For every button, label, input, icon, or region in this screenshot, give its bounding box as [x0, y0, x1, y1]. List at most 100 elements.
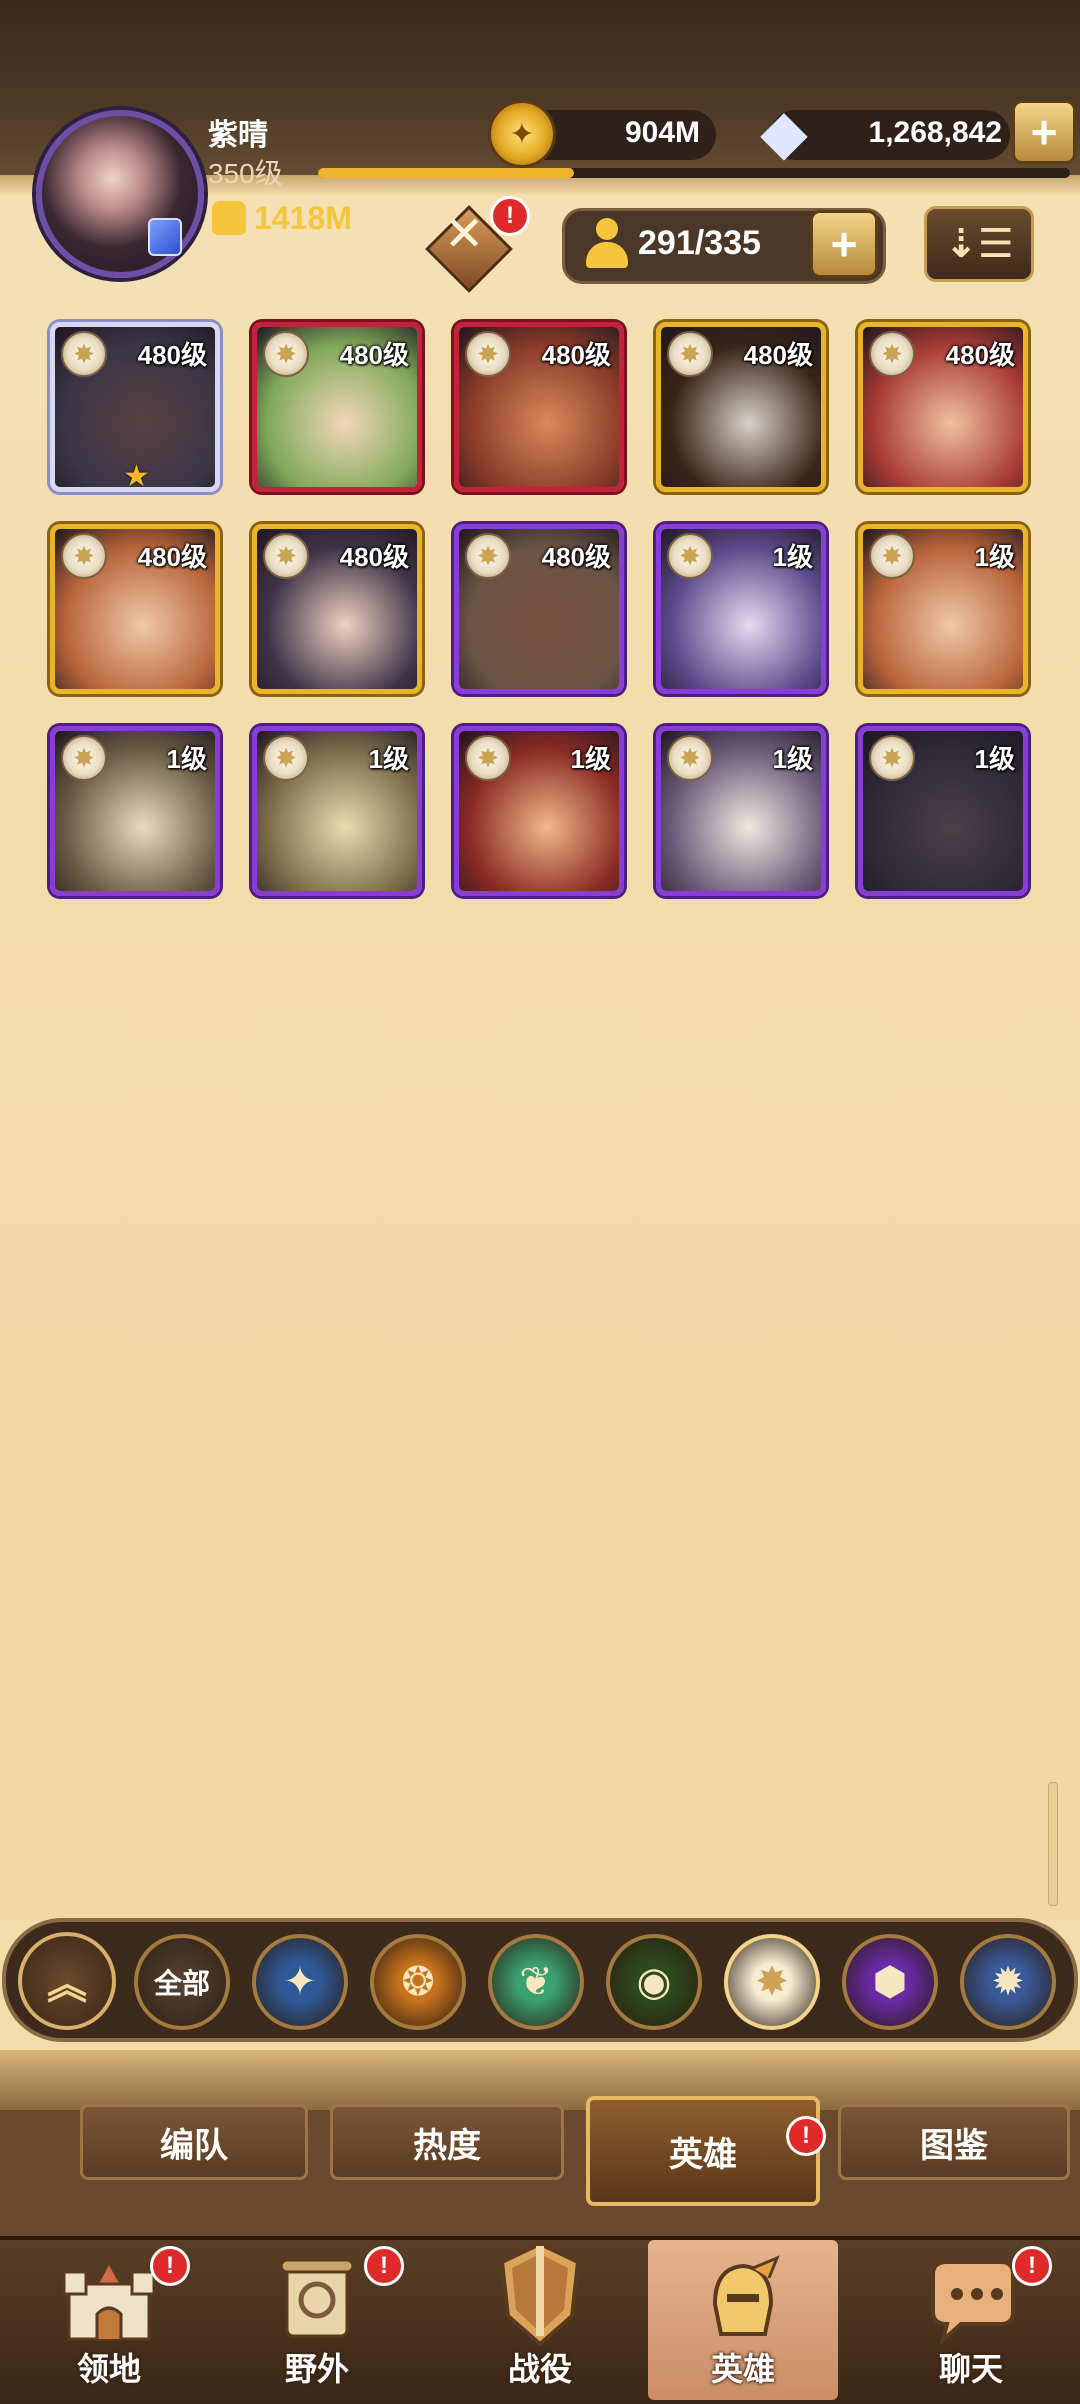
hero-level: 1级: [974, 744, 1015, 774]
campaign-shield-icon: [490, 2240, 590, 2350]
hero-capacity-value: 291/335: [638, 224, 761, 262]
filter-hypogean-button[interactable]: ⬢: [842, 1934, 938, 2030]
hero-level: 480级: [541, 340, 611, 370]
lightbearer-icon: ✦: [283, 1960, 317, 2004]
xp-bar: [318, 168, 1070, 178]
hero-card[interactable]: ✸ 480级: [50, 524, 220, 694]
mauler-icon: ❂: [401, 1960, 435, 2004]
chat-bubble-icon: [921, 2254, 1021, 2346]
hero-card[interactable]: ✸ 1级: [858, 726, 1028, 896]
graveborn-icon: ◉: [636, 1960, 672, 2004]
nav-chat-label: 聊天: [938, 2351, 1003, 2387]
filter-wilder-button[interactable]: ❦: [488, 1934, 584, 2030]
hero-level: 1级: [772, 542, 813, 572]
power-value: 1418M: [254, 200, 352, 236]
hero-card[interactable]: ✸ 480级: [656, 322, 826, 492]
buy-gems-button[interactable]: +: [1012, 100, 1076, 164]
celestial-icon: ✸: [755, 1960, 789, 2004]
diamond-icon: ◆: [760, 97, 808, 167]
celestial-faction-icon: ✸: [465, 735, 511, 781]
hero-card[interactable]: ✸ 480级: [454, 524, 624, 694]
player-name: 紫晴: [208, 119, 268, 152]
hero-card[interactable]: ✸ 480级: [858, 322, 1028, 492]
hero-card[interactable]: ✸ 1级: [656, 524, 826, 694]
hero-level: 480级: [339, 340, 409, 370]
hero-level: 480级: [541, 542, 611, 572]
xp-bar-fill: [318, 168, 574, 178]
crossed-swords-icon: ✕: [444, 208, 485, 261]
celestial-faction-icon: ✸: [61, 533, 107, 579]
celestial-faction-icon: ✸: [869, 735, 915, 781]
gold-value: 904M: [624, 116, 700, 149]
nav-heroes[interactable]: 英雄: [648, 2240, 838, 2400]
map-scroll-icon: [267, 2254, 367, 2344]
tab-heroes[interactable]: 英雄: [586, 2096, 820, 2206]
fist-icon: [212, 201, 246, 235]
scrollbar[interactable]: [1048, 1782, 1058, 1906]
player-power: 1418M: [212, 200, 352, 237]
player-level: 350级: [208, 158, 283, 189]
expand-capacity-button[interactable]: +: [810, 210, 878, 278]
tab-formation[interactable]: 编队: [80, 2104, 308, 2180]
sort-button[interactable]: ⇣☰: [924, 206, 1034, 282]
celestial-faction-icon: ✸: [667, 331, 713, 377]
hero-card[interactable]: ✸ 480级: [252, 524, 422, 694]
star-icon: ★: [123, 460, 150, 492]
hero-level: 480级: [339, 542, 409, 572]
nav-heroes-label: 英雄: [710, 2351, 775, 2387]
gold-coin-icon: ✦: [488, 100, 556, 168]
nav-wilderness-badge: !: [364, 2246, 404, 2286]
hero-card[interactable]: ✸ 1级: [252, 726, 422, 896]
hero-level: 480级: [743, 340, 813, 370]
collapse-filter-button[interactable]: ︽: [18, 1932, 116, 2030]
hypogean-icon: ⬢: [872, 1960, 908, 2004]
celestial-faction-icon: ✸: [667, 735, 713, 781]
dimensional-icon: ✹: [991, 1960, 1025, 2004]
hero-level: 1级: [570, 744, 611, 774]
celestial-faction-icon: ✸: [465, 331, 511, 377]
filter-mauler-button[interactable]: ❂: [370, 1934, 466, 2030]
celestial-faction-icon: ✸: [263, 331, 309, 377]
celestial-faction-icon: ✸: [263, 735, 309, 781]
hero-level: 1级: [166, 744, 207, 774]
nav-campaign[interactable]: 战役: [445, 2240, 635, 2400]
helmet-icon: [693, 2254, 793, 2344]
celestial-faction-icon: ✸: [667, 533, 713, 579]
filter-all-label: 全部: [153, 1968, 210, 1999]
tab-popularity[interactable]: 热度: [330, 2104, 564, 2180]
hero-card[interactable]: ✸ 1级: [454, 726, 624, 896]
hero-card[interactable]: ✸ 1级: [50, 726, 220, 896]
chevron-up-icon: ︽: [47, 1963, 87, 2007]
celestial-faction-icon: ✸: [465, 533, 511, 579]
hero-level: 480级: [137, 542, 207, 572]
hero-card[interactable]: ✸ 480级: [454, 322, 624, 492]
tab-codex[interactable]: 图鉴: [838, 2104, 1070, 2180]
filter-graveborn-button[interactable]: ◉: [606, 1934, 702, 2030]
nav-chat-badge: !: [1012, 2246, 1052, 2286]
hero-card[interactable]: ✸ 480级: [252, 322, 422, 492]
person-icon: [584, 218, 630, 268]
tab-heroes-badge: !: [786, 2116, 826, 2156]
filter-lightbearer-button[interactable]: ✦: [252, 1934, 348, 2030]
celestial-faction-icon: ✸: [61, 735, 107, 781]
hero-card[interactable]: ✸ 1级: [858, 524, 1028, 694]
wilder-icon: ❦: [519, 1960, 553, 2004]
celestial-faction-icon: ✸: [263, 533, 309, 579]
filter-all-button[interactable]: 全部: [134, 1934, 230, 2030]
tab-area-banner: [0, 2050, 1080, 2110]
hero-level: 1级: [368, 744, 409, 774]
nav-campaign-label: 战役: [507, 2351, 572, 2387]
nav-territory-badge: !: [150, 2246, 190, 2286]
hero-level: 1级: [974, 542, 1015, 572]
hero-level: 1级: [772, 744, 813, 774]
nav-territory-label: 领地: [76, 2351, 141, 2387]
castle-icon: [59, 2254, 159, 2344]
filter-celestial-button[interactable]: ✸: [724, 1934, 820, 2030]
hero-level: 480级: [945, 340, 1015, 370]
nav-wilderness-label: 野外: [284, 2351, 349, 2387]
filter-dimensional-button[interactable]: ✹: [960, 1934, 1056, 2030]
hero-card[interactable]: ✸ 1级: [656, 726, 826, 896]
avatar-frame-badge: [148, 218, 182, 256]
hero-card[interactable]: ✸ 480级 ★: [50, 322, 220, 492]
celestial-faction-icon: ✸: [869, 331, 915, 377]
